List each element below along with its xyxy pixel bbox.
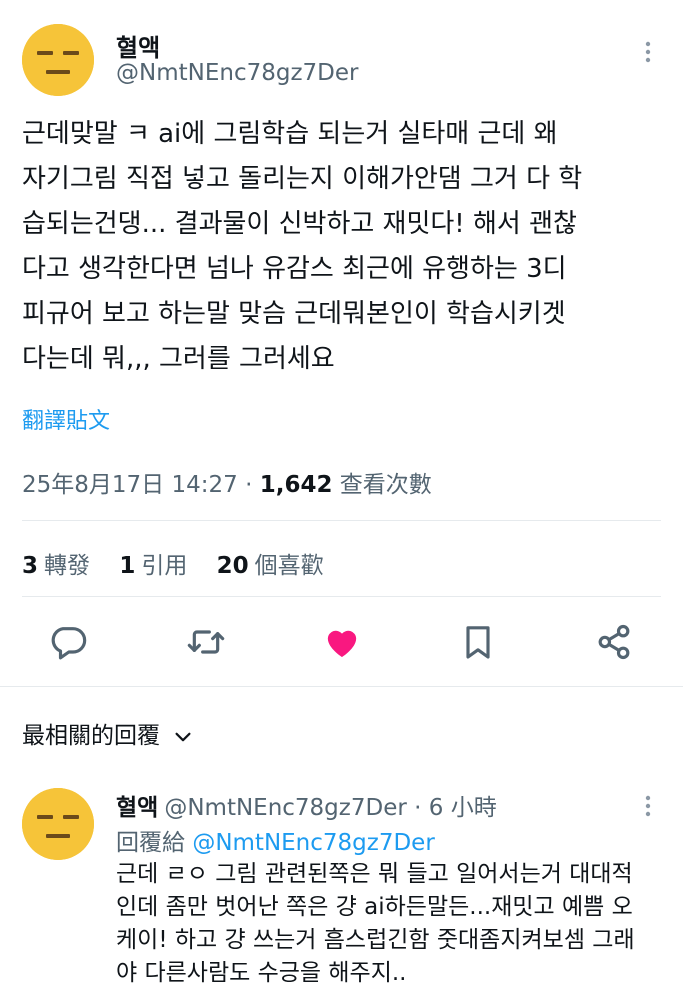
- views-label: 查看次數: [332, 472, 432, 498]
- reply-time[interactable]: · 6 小時: [414, 795, 497, 821]
- tweet-text-line: 습되는건댕... 결과물이 신박하고 재밋다! 해서 괜찮: [22, 209, 577, 239]
- share-icon[interactable]: [594, 622, 634, 662]
- reply-author-handle[interactable]: @NmtNEnc78gz7Der: [164, 795, 406, 821]
- divider: [22, 596, 661, 597]
- translate-post-link[interactable]: 翻譯貼文: [22, 403, 110, 435]
- more-options-icon[interactable]: [636, 40, 660, 64]
- reposts-label: 轉發: [44, 553, 91, 579]
- reply-header: 혈액 @NmtNEnc78gz7Der · 6 小時: [116, 788, 497, 822]
- reply-text-line: 근데 ㄹㅇ 그림 관련된쪽은 뭐 들고 일어서는거 대대적: [116, 861, 633, 887]
- expressionless-face-icon: [22, 788, 94, 860]
- bookmark-icon[interactable]: [458, 622, 498, 662]
- author-name[interactable]: 혈액: [116, 28, 160, 63]
- likes-stat[interactable]: 20 個喜歡: [217, 553, 324, 579]
- replying-to: 回覆給 @NmtNEnc78gz7Der: [116, 823, 435, 857]
- reposts-count: 3: [22, 553, 39, 579]
- quotes-label: 引用: [141, 553, 188, 579]
- replies-sort-dropdown[interactable]: 最相關的回覆: [22, 716, 194, 750]
- meta-separator: ·: [237, 472, 260, 498]
- action-bar: [0, 620, 683, 668]
- reply-author-name[interactable]: 혈액: [116, 795, 158, 821]
- chevron-down-icon: [172, 726, 194, 748]
- author-avatar[interactable]: [22, 24, 94, 96]
- reply-text: 근데 ㄹㅇ 그림 관련된쪽은 뭐 들고 일어서는거 대대적 인데 좀만 벗어난 …: [116, 858, 666, 990]
- likes-count: 20: [216, 553, 249, 579]
- reposts-stat[interactable]: 3 轉發: [22, 553, 90, 579]
- reply-icon[interactable]: [48, 622, 88, 662]
- reply-text-line: 케이! 하고 걍 쓰는거 흠스럽긴함 줏대좀지켜보셈 그래: [116, 927, 635, 953]
- views-count: 1,642: [259, 472, 333, 498]
- reply-author-avatar[interactable]: [22, 788, 94, 860]
- likes-label: 個喜歡: [254, 553, 324, 579]
- tweet-text-line: 자기그림 직접 넣고 돌리는지 이해가안댐 그거 다 학: [22, 164, 583, 194]
- tweet-text-line: 피규어 보고 하는말 맞슴 근데뭐본인이 학습시키겟: [22, 299, 566, 329]
- retweet-icon[interactable]: [186, 622, 226, 662]
- tweet-text-line: 다는데 뭐,,, 그러를 그러세요: [22, 344, 335, 374]
- divider: [0, 686, 683, 687]
- tweet-text: 근데맞말 ㅋ ai에 그림학습 되는거 실타매 근데 왜 자기그림 직접 넣고 …: [22, 112, 662, 382]
- expressionless-face-icon: [22, 24, 94, 96]
- replies-sort-label: 最相關的回覆: [22, 723, 160, 749]
- quotes-count: 1: [119, 553, 136, 579]
- tweet-text-line: 다고 생각한다면 넘나 유감스 최근에 유행하는 3디: [22, 254, 567, 284]
- tweet-timestamp[interactable]: 25年8月17日 14:27: [22, 472, 238, 498]
- heart-icon[interactable]: [322, 622, 362, 662]
- divider: [22, 520, 661, 521]
- author-handle[interactable]: @NmtNEnc78gz7Der: [116, 60, 358, 86]
- reply-text-line: 인데 좀만 벗어난 쪽은 걍 ai하든말든...재밋고 예쁨 오: [116, 894, 633, 920]
- replying-to-label: 回覆給: [116, 830, 193, 856]
- quotes-stat[interactable]: 1 引用: [119, 553, 187, 579]
- reply-text-line: 야 다른사람도 수긍을 해주지..: [116, 960, 407, 986]
- reply-more-options-icon[interactable]: [636, 794, 660, 818]
- tweet-meta: 25年8月17日 14:27 · 1,642 查看次數: [22, 465, 432, 499]
- engagement-stats: 3 轉發 1 引用 20 個喜歡: [22, 546, 346, 580]
- replying-to-mention[interactable]: @NmtNEnc78gz7Der: [192, 830, 434, 856]
- tweet-text-line: 근데맞말 ㅋ ai에 그림학습 되는거 실타매 근데 왜: [22, 119, 558, 149]
